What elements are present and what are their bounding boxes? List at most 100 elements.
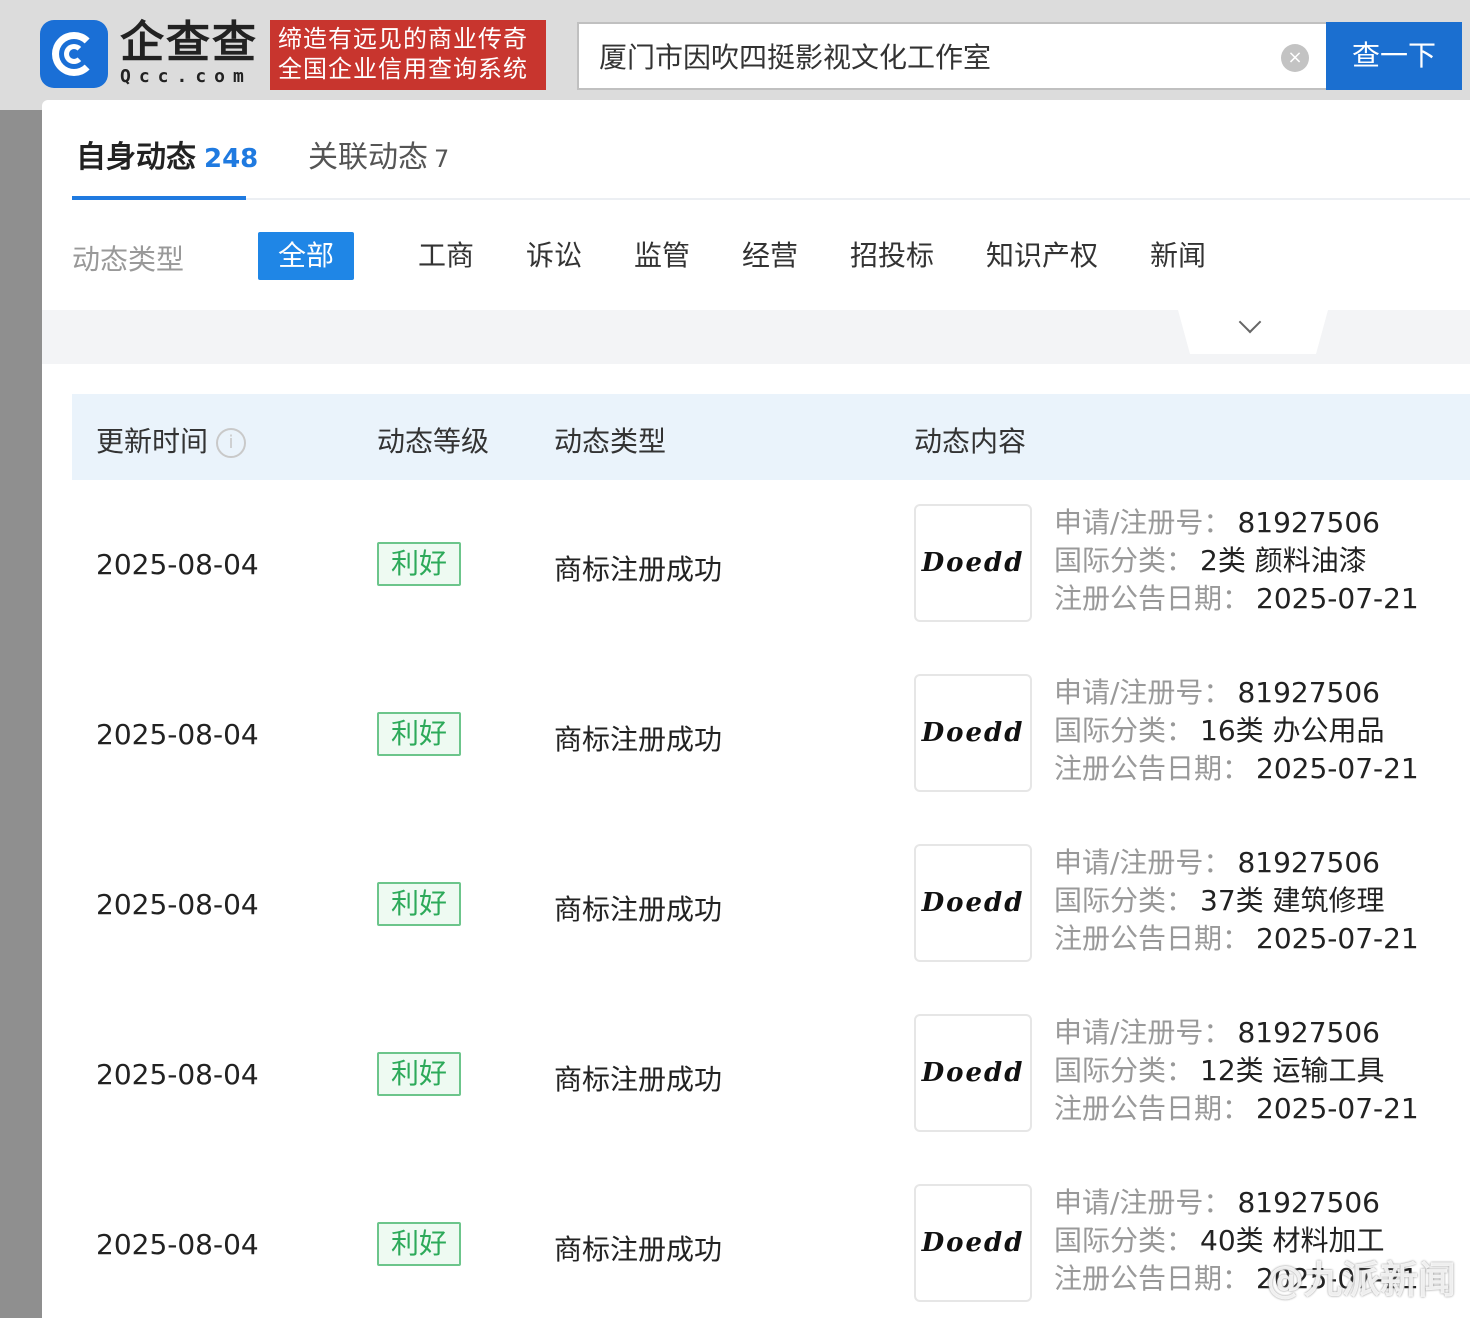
reg-no-label: 申请/注册号：	[1054, 506, 1232, 539]
filter-all[interactable]: 全部	[258, 232, 355, 280]
pub-date-value: 2025-07-21	[1256, 582, 1419, 615]
reg-no-label: 申请/注册号：	[1054, 676, 1232, 709]
source-watermark: @九派新闻	[1265, 1258, 1456, 1302]
trademark-thumbnail[interactable]: Doedd	[914, 1184, 1032, 1302]
dynamics-panel: 自身动态 248 关联动态 7 动态类型 全部 工商 诉讼 监管 经营 招投标 知识…	[42, 100, 1470, 1318]
class-label: 国际分类：	[1054, 544, 1195, 577]
clear-icon[interactable]: ×	[1281, 44, 1309, 72]
class-value: 2类 颜料油漆	[1200, 544, 1367, 577]
tab-self-count: 248	[204, 144, 259, 174]
class-label: 国际分类：	[1054, 1224, 1195, 1257]
tab-related-count: 7	[434, 145, 450, 173]
row-type: 商标注册成功	[554, 893, 723, 926]
col-type: 动态类型	[554, 425, 667, 458]
level-badge: 利好	[377, 1052, 461, 1096]
col-update-time: 更新时间 i	[96, 420, 247, 460]
trademark-logo-text: Doedd	[921, 888, 1025, 918]
reg-no-label: 申请/注册号：	[1054, 1186, 1232, 1219]
slogan-banner: 缔造有远见的商业传奇 全国企业信用查询系统	[270, 20, 546, 90]
col-level: 动态等级	[377, 425, 490, 458]
filter-litigation[interactable]: 诉讼	[506, 232, 602, 280]
pub-date-label: 注册公告日期：	[1054, 752, 1251, 785]
table-row: 2025-08-04 利好 商标注册成功 Doedd 申请/注册号： 819275…	[72, 1160, 1470, 1318]
reg-no-value: 81927506	[1237, 676, 1380, 709]
search-button[interactable]: 查一下	[1326, 22, 1462, 90]
reg-no-value: 81927506	[1237, 506, 1380, 539]
class-label: 国际分类：	[1054, 884, 1195, 917]
table-row: 2025-08-04 利好 商标注册成功 Doedd 申请/注册号： 819275…	[72, 480, 1470, 650]
filter-regulation[interactable]: 监管	[614, 232, 710, 280]
pub-date-value: 2025-07-21	[1256, 1092, 1419, 1125]
reg-no-label: 申请/注册号：	[1054, 846, 1232, 879]
trademark-details: 申请/注册号： 81927506 国际分类： 37类 建筑修理 注册公告日期： 202…	[1054, 844, 1419, 958]
type-filter-bar: 动态类型 全部 工商 诉讼 监管 经营 招投标 知识产权 新闻	[72, 230, 1452, 280]
trademark-thumbnail[interactable]: Doedd	[914, 1014, 1032, 1132]
table-row: 2025-08-04 利好 商标注册成功 Doedd 申请/注册号： 819275…	[72, 650, 1470, 820]
level-badge: 利好	[377, 1222, 461, 1266]
row-date: 2025-08-04	[96, 888, 259, 921]
row-type: 商标注册成功	[554, 1063, 723, 1096]
tab-related-label: 关联动态	[308, 140, 428, 175]
trademark-thumbnail[interactable]: Doedd	[914, 844, 1032, 962]
row-date: 2025-08-04	[96, 718, 259, 751]
reg-no-value: 81927506	[1237, 846, 1380, 879]
logo-cn-text: 企查查	[120, 17, 258, 68]
row-type: 商标注册成功	[554, 723, 723, 756]
dynamics-tabs: 自身动态 248 关联动态 7	[72, 100, 1470, 200]
row-date: 2025-08-04	[96, 548, 259, 581]
row-type: 商标注册成功	[554, 553, 723, 586]
trademark-logo-text: Doedd	[921, 718, 1025, 748]
filter-bidding[interactable]: 招投标	[830, 232, 954, 280]
filter-label: 动态类型	[72, 243, 185, 276]
trademark-thumbnail[interactable]: Doedd	[914, 674, 1032, 792]
row-date: 2025-08-04	[96, 1228, 259, 1261]
trademark-details: 申请/注册号： 81927506 国际分类： 12类 运输工具 注册公告日期： 202…	[1054, 1014, 1419, 1128]
class-value: 16类 办公用品	[1200, 714, 1385, 747]
trademark-logo-text: Doedd	[921, 1058, 1025, 1088]
pub-date-label: 注册公告日期：	[1054, 582, 1251, 615]
reg-no-label: 申请/注册号：	[1054, 1016, 1232, 1049]
slogan-line-2: 全国企业信用查询系统	[278, 55, 528, 83]
table-header: 更新时间 i 动态等级 动态类型 动态内容	[72, 394, 1470, 480]
slogan-line-1: 缔造有远见的商业传奇	[278, 25, 528, 53]
filter-news[interactable]: 新闻	[1130, 232, 1226, 280]
tab-self-dynamics[interactable]: 自身动态 248	[76, 132, 258, 176]
pub-date-label: 注册公告日期：	[1054, 1092, 1251, 1125]
filter-business[interactable]: 工商	[398, 232, 494, 280]
filter-ip[interactable]: 知识产权	[966, 232, 1118, 280]
class-label: 国际分类：	[1054, 1054, 1195, 1087]
search-value: 厦门市因吹四挺影视文化工作室	[599, 41, 992, 74]
trademark-logo-text: Doedd	[921, 548, 1025, 578]
tab-related-dynamics[interactable]: 关联动态 7	[308, 132, 449, 176]
level-badge: 利好	[377, 712, 461, 756]
reg-no-value: 81927506	[1237, 1016, 1380, 1049]
level-badge: 利好	[377, 542, 461, 586]
pub-date-value: 2025-07-21	[1256, 752, 1419, 785]
top-bar: 企查查 Qcc.com 缔造有远见的商业传奇 全国企业信用查询系统 厦门市因吹四…	[0, 0, 1470, 110]
trademark-logo-text: Doedd	[921, 1228, 1025, 1258]
active-tab-indicator	[72, 196, 246, 200]
col-content: 动态内容	[914, 425, 1027, 458]
pub-date-value: 2025-07-21	[1256, 922, 1419, 955]
pub-date-label: 注册公告日期：	[1054, 922, 1251, 955]
row-type: 商标注册成功	[554, 1233, 723, 1266]
class-value: 37类 建筑修理	[1200, 884, 1385, 917]
logo-en-text: Qcc.com	[120, 66, 252, 87]
qcc-logo[interactable]: 企查查 Qcc.com	[40, 20, 258, 88]
table-row: 2025-08-04 利好 商标注册成功 Doedd 申请/注册号： 819275…	[72, 990, 1470, 1160]
search-input[interactable]: 厦门市因吹四挺影视文化工作室 ×	[577, 22, 1327, 90]
info-icon[interactable]: i	[216, 428, 247, 458]
level-badge: 利好	[377, 882, 461, 926]
filter-operation[interactable]: 经营	[722, 232, 818, 280]
row-date: 2025-08-04	[96, 1058, 259, 1091]
qcc-logo-icon	[40, 20, 108, 88]
trademark-details: 申请/注册号： 81927506 国际分类： 2类 颜料油漆 注册公告日期： 2025…	[1054, 504, 1419, 618]
tab-self-label: 自身动态	[76, 140, 196, 175]
reg-no-value: 81927506	[1237, 1186, 1380, 1219]
class-label: 国际分类：	[1054, 714, 1195, 747]
trademark-details: 申请/注册号： 81927506 国际分类： 16类 办公用品 注册公告日期： 202…	[1054, 674, 1419, 788]
class-value: 12类 运输工具	[1200, 1054, 1385, 1087]
trademark-thumbnail[interactable]: Doedd	[914, 504, 1032, 622]
table-row: 2025-08-04 利好 商标注册成功 Doedd 申请/注册号： 819275…	[72, 820, 1470, 990]
pub-date-label: 注册公告日期：	[1054, 1262, 1251, 1295]
